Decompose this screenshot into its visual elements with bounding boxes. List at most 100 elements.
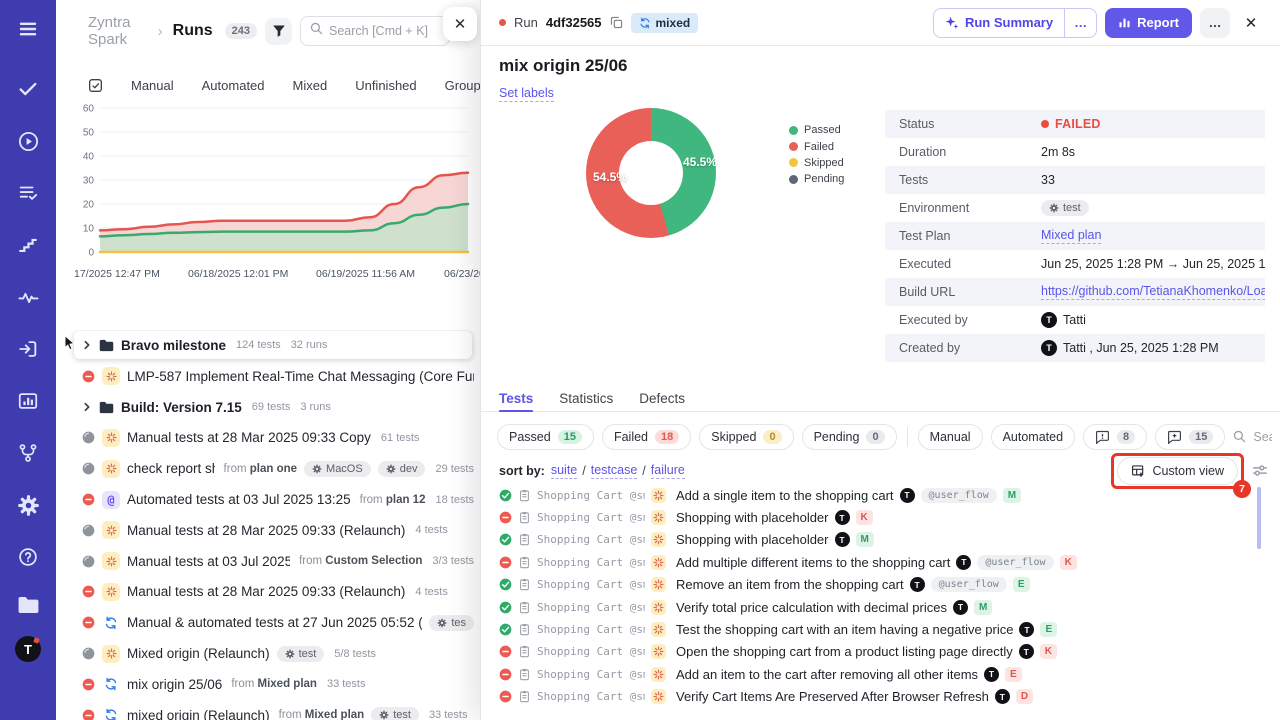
sort-link-suite[interactable]: suite bbox=[551, 463, 577, 479]
runs-tab-automated[interactable]: Automated bbox=[202, 78, 265, 93]
test-list-item[interactable]: Shopping Cart @sm…Remove an item from th… bbox=[499, 574, 1266, 596]
runs-tab-unfinished[interactable]: Unfinished bbox=[355, 78, 416, 93]
test-list-item[interactable]: Shopping Cart @sm…Shopping with placehol… bbox=[499, 506, 1266, 528]
filter-pill-passed[interactable]: Passed15 bbox=[497, 424, 594, 450]
test-cases-icon[interactable] bbox=[15, 76, 41, 102]
test-list-item[interactable]: Shopping Cart @sm…Add an item to the car… bbox=[499, 663, 1266, 685]
filter-pill-pending[interactable]: Pending0 bbox=[802, 424, 897, 450]
runs-panel: Zyntra Spark › Runs 243 ✕ ManualAutomate… bbox=[56, 0, 480, 720]
filter-pill-skipped[interactable]: Skipped0 bbox=[699, 424, 793, 450]
select-runs-icon[interactable] bbox=[88, 78, 103, 93]
run-list-item[interactable]: mixed origin (Relaunch)from Mixed plante… bbox=[56, 700, 480, 720]
donut-failed-label: 54.5% bbox=[593, 170, 627, 184]
runs-tab-groups[interactable]: Groups bbox=[445, 78, 480, 93]
report-label: Report bbox=[1137, 15, 1179, 30]
info-value: test bbox=[1041, 200, 1089, 216]
filter-pill-failed[interactable]: Failed18 bbox=[602, 424, 691, 450]
run-meta: 32 runs bbox=[291, 339, 328, 351]
more-actions-button[interactable]: … bbox=[1200, 8, 1230, 38]
run-meta: 3/3 tests bbox=[432, 555, 474, 567]
flaky-burst-icon bbox=[651, 577, 666, 592]
run-list-item[interactable]: LMP-587 Implement Real-Time Chat Messagi… bbox=[56, 361, 480, 392]
run-title: mixed origin (Relaunch) bbox=[127, 708, 270, 720]
run-status-aborted-icon bbox=[82, 431, 95, 444]
failed-dot bbox=[1041, 120, 1049, 128]
test-list-item[interactable]: Shopping Cart @sm…Verify total price cal… bbox=[499, 596, 1266, 618]
milestones-steps-icon[interactable] bbox=[15, 232, 41, 258]
run-status-failed-icon bbox=[82, 678, 95, 691]
integrations-branch-icon[interactable] bbox=[15, 440, 41, 466]
run-list-item[interactable]: Manual & automated tests at 27 Jun 2025 … bbox=[56, 607, 480, 638]
tab-tests[interactable]: Tests bbox=[499, 386, 533, 411]
tests-search-input[interactable] bbox=[1253, 430, 1272, 444]
run-summary-more-button[interactable]: … bbox=[1064, 9, 1096, 37]
sort-link-failure[interactable]: failure bbox=[651, 463, 685, 479]
test-list-item[interactable]: Shopping Cart @sm…Shopping with placehol… bbox=[499, 529, 1266, 551]
activity-pulse-icon[interactable] bbox=[15, 284, 41, 310]
filter-pill-automated[interactable]: Automated bbox=[991, 424, 1075, 450]
run-status-dot bbox=[499, 19, 506, 26]
tests-search[interactable] bbox=[1233, 430, 1272, 444]
import-sign-in-icon[interactable] bbox=[15, 336, 41, 362]
test-list-item[interactable]: Shopping Cart @sm…Open the shopping cart… bbox=[499, 641, 1266, 663]
chevron-right-icon[interactable] bbox=[82, 340, 92, 350]
tab-defects[interactable]: Defects bbox=[639, 386, 685, 411]
milestone-letter-badge: E bbox=[1013, 577, 1030, 592]
test-list-item[interactable]: Shopping Cart @sm…Test the shopping cart… bbox=[499, 618, 1266, 640]
run-list-item[interactable]: Mixed origin (Relaunch)test5/8 tests bbox=[56, 638, 480, 669]
x-axis-tick: 17/2025 12:47 PM bbox=[74, 268, 160, 280]
filter-pill-comment-plus[interactable]: 15 bbox=[1155, 424, 1225, 450]
runs-tab-mixed[interactable]: Mixed bbox=[293, 78, 328, 93]
breadcrumb-app[interactable]: Zyntra Spark bbox=[88, 14, 148, 48]
environment-badge: test bbox=[277, 646, 325, 662]
custom-view-button[interactable]: Custom view bbox=[1117, 457, 1238, 485]
run-list-item[interactable]: check report sharingfrom plan oneMacOSde… bbox=[56, 453, 480, 484]
info-link[interactable]: Mixed plan bbox=[1041, 228, 1101, 244]
info-row: Tests33 bbox=[885, 166, 1265, 194]
drawer-close-button[interactable]: ✕ bbox=[1238, 14, 1264, 32]
filter-funnel-button[interactable] bbox=[265, 18, 292, 45]
run-list-item[interactable]: @Automated tests at 03 Jul 2025 13:25fro… bbox=[56, 484, 480, 515]
runs-tab-manual[interactable]: Manual bbox=[131, 78, 174, 93]
run-list-item[interactable]: Manual tests at 03 Jul 2025 12:08from Cu… bbox=[56, 546, 480, 577]
legend-dot bbox=[789, 175, 798, 184]
test-list-item[interactable]: Shopping Cart @sm…Add a single item to t… bbox=[499, 484, 1266, 506]
user-avatar[interactable]: T bbox=[15, 636, 41, 662]
set-labels-link[interactable]: Set labels bbox=[499, 86, 554, 102]
test-list-item[interactable]: Shopping Cart @sm…Verify Cart Items Are … bbox=[499, 686, 1266, 708]
runs-search-input[interactable] bbox=[329, 24, 440, 38]
sort-link-testcase[interactable]: testcase bbox=[591, 463, 638, 479]
assignee-avatar: T bbox=[1019, 644, 1034, 659]
filter-pill-comment-exclamation[interactable]: 8 bbox=[1083, 424, 1147, 450]
info-value: TTatti , Jun 25, 2025 1:28 PM bbox=[1041, 340, 1219, 356]
tab-statistics[interactable]: Statistics bbox=[559, 386, 613, 411]
run-list-item[interactable]: mix origin 25/06from Mixed plan33 tests bbox=[56, 669, 480, 700]
tests-scrollbar[interactable] bbox=[1257, 487, 1261, 549]
view-settings-sliders-icon[interactable] bbox=[1252, 463, 1268, 481]
reports-bar-chart-icon[interactable] bbox=[15, 388, 41, 414]
environment-badge: test bbox=[371, 707, 419, 720]
panel-close-button[interactable]: ✕ bbox=[443, 7, 477, 41]
runs-count-badge: 243 bbox=[225, 23, 257, 39]
hamburger-menu-icon[interactable] bbox=[15, 16, 41, 42]
test-list-item[interactable]: Shopping Cart @sm…Add multiple different… bbox=[499, 551, 1266, 573]
test-tag: @user_flow bbox=[921, 488, 997, 503]
run-list-item[interactable]: Manual tests at 28 Mar 2025 09:33 Copy61… bbox=[56, 423, 480, 454]
filter-pill-manual[interactable]: Manual bbox=[918, 424, 983, 450]
run-list-item[interactable]: Manual tests at 28 Mar 2025 09:33 (Relau… bbox=[56, 577, 480, 608]
defects-list-icon[interactable] bbox=[15, 180, 41, 206]
projects-folder-icon[interactable] bbox=[15, 592, 41, 618]
help-icon[interactable] bbox=[15, 544, 41, 570]
run-status-aborted-icon bbox=[82, 647, 95, 660]
settings-gear-icon[interactable] bbox=[15, 492, 41, 518]
run-list-item[interactable]: Build: Version 7.1569 tests3 runs bbox=[56, 392, 480, 423]
run-summary-button[interactable]: Run Summary … bbox=[933, 8, 1097, 38]
info-link[interactable]: https://github.com/TetianaKhomenko/Load-… bbox=[1041, 284, 1265, 300]
copy-icon[interactable] bbox=[610, 16, 623, 29]
chevron-right-icon[interactable] bbox=[82, 402, 92, 412]
run-list-item[interactable]: Manual tests at 28 Mar 2025 09:33 (Relau… bbox=[56, 515, 480, 546]
run-list-item[interactable]: Bravo milestone124 tests32 runs bbox=[74, 331, 472, 359]
runs-search[interactable] bbox=[300, 16, 450, 46]
report-button[interactable]: Report bbox=[1105, 8, 1192, 38]
test-runs-play-icon[interactable] bbox=[15, 128, 41, 154]
